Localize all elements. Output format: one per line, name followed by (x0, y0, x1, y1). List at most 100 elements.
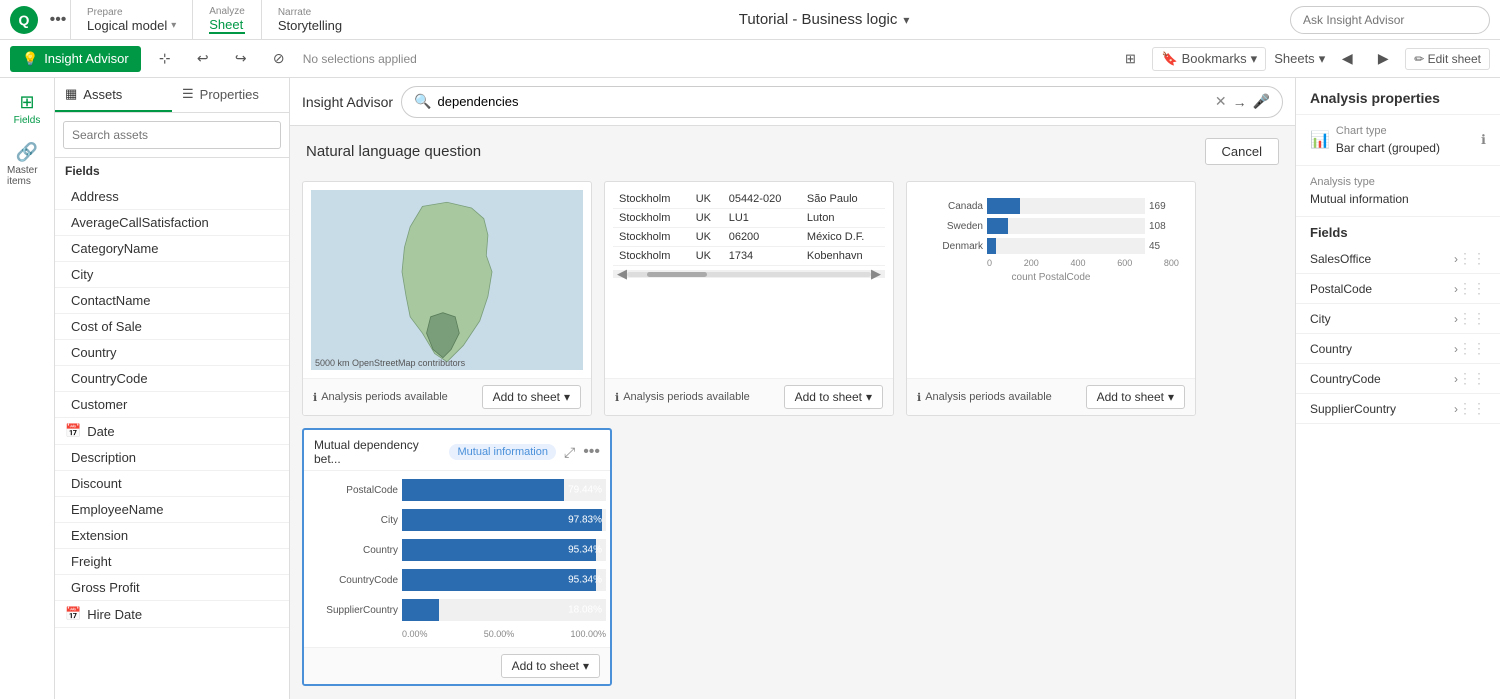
nlq-title: Natural language question (306, 143, 481, 160)
toolbar-redo-icon[interactable]: ↪ (227, 45, 255, 73)
nav-more-button[interactable]: ••• (46, 8, 70, 32)
right-field-item[interactable]: SalesOffice › ⋮⋮ (1296, 244, 1500, 274)
search-mic-icon[interactable]: 🎤 (1253, 93, 1270, 110)
field-item[interactable]: Country (55, 340, 289, 366)
mutual-bar-value: 79.44% (568, 485, 602, 496)
field-item[interactable]: CountryCode (55, 366, 289, 392)
field-item[interactable]: ContactName (55, 288, 289, 314)
toolbar-undo-icon[interactable]: ↩ (189, 45, 217, 73)
field-item[interactable]: Customer (55, 392, 289, 418)
right-field-name: SupplierCountry (1310, 402, 1454, 416)
mutual-bar-value: 95.34% (568, 545, 602, 556)
scroll-left-arrow[interactable]: ◀ (617, 266, 627, 282)
field-item[interactable]: 📅Date (55, 418, 289, 445)
table-add-to-sheet-button[interactable]: Add to sheet ▾ (784, 385, 883, 409)
mutual-bar-fill: 95.34% (402, 569, 596, 591)
right-field-item[interactable]: City › ⋮⋮ (1296, 304, 1500, 334)
cancel-button[interactable]: Cancel (1205, 138, 1279, 165)
chart-type-info-icon[interactable]: ℹ (1481, 132, 1486, 148)
field-item[interactable]: Discount (55, 471, 289, 497)
sidebar-nav-fields[interactable]: ⊞ Fields (3, 86, 51, 132)
mutual-bar-row: City 97.83% (308, 509, 606, 531)
mutual-bar-row: Country 95.34% (308, 539, 606, 561)
cell: 1734 (723, 247, 801, 266)
bar-add-to-sheet-button[interactable]: Add to sheet ▾ (1086, 385, 1185, 409)
search-clear-icon[interactable]: ✕ (1215, 93, 1227, 110)
right-field-drag-icon[interactable]: ⋮⋮ (1458, 370, 1486, 387)
scroll-thumb (647, 272, 707, 277)
nav-next-icon[interactable]: ▶ (1369, 45, 1397, 73)
field-item[interactable]: EmployeeName (55, 497, 289, 523)
app-title-dropdown[interactable]: ▾ (903, 13, 909, 27)
insight-advisor-label: Insight Advisor (44, 51, 129, 66)
mutual-expand-icon[interactable]: ⤢ (564, 444, 575, 461)
bar-fill (987, 238, 996, 254)
search-go-icon[interactable]: → (1233, 94, 1247, 110)
table-scrollbar[interactable]: ◀ ▶ (613, 270, 885, 278)
tab-properties[interactable]: ☰ Properties (172, 78, 289, 112)
toolbar-options-icon[interactable]: ⊘ (265, 45, 293, 73)
mutual-add-to-sheet-button[interactable]: Add to sheet ▾ (501, 654, 600, 678)
field-item[interactable]: Gross Profit (55, 575, 289, 601)
right-field-item[interactable]: PostalCode › ⋮⋮ (1296, 274, 1500, 304)
nav-narrate-main: Storytelling (278, 18, 342, 33)
qlik-logo: Q (10, 6, 38, 34)
mutual-bar-fill: 18.08% (402, 599, 439, 621)
scroll-right-arrow[interactable]: ▶ (871, 266, 881, 282)
right-field-item[interactable]: SupplierCountry › ⋮⋮ (1296, 394, 1500, 424)
mutual-more-icon[interactable]: ••• (583, 443, 600, 461)
field-item[interactable]: Extension (55, 523, 289, 549)
right-field-drag-icon[interactable]: ⋮⋮ (1458, 310, 1486, 327)
nav-narrate[interactable]: Narrate Storytelling (261, 0, 358, 40)
field-name: City (71, 267, 93, 282)
insight-advisor-panel-label: Insight Advisor (302, 94, 393, 110)
bar-analysis-periods: ℹ Analysis periods available (917, 391, 1052, 404)
right-panel: Analysis properties 📊 Chart type Bar cha… (1295, 78, 1500, 699)
right-field-drag-icon[interactable]: ⋮⋮ (1458, 400, 1486, 417)
field-item[interactable]: Cost of Sale (55, 314, 289, 340)
bar-chart-icon: 📊 (1310, 130, 1330, 150)
map-add-to-sheet-button[interactable]: Add to sheet ▾ (482, 385, 581, 409)
app-title: Tutorial - Business logic (739, 11, 898, 28)
field-item[interactable]: Address (55, 184, 289, 210)
right-field-item[interactable]: CountryCode › ⋮⋮ (1296, 364, 1500, 394)
nav-prepare-top: Prepare (87, 7, 176, 18)
field-item[interactable]: Freight (55, 549, 289, 575)
scroll-track[interactable] (627, 272, 871, 277)
insight-advisor-button[interactable]: 💡 Insight Advisor (10, 46, 141, 72)
field-item[interactable]: Description (55, 445, 289, 471)
table-row: StockholmUK06200México D.F. (613, 228, 885, 247)
right-field-drag-icon[interactable]: ⋮⋮ (1458, 280, 1486, 297)
sheets-button[interactable]: Sheets ▾ (1274, 51, 1325, 67)
mutual-bar-label: PostalCode (308, 485, 398, 496)
right-field-drag-icon[interactable]: ⋮⋮ (1458, 250, 1486, 267)
field-item[interactable]: AverageCallSatisfaction (55, 210, 289, 236)
sidebar-nav-master[interactable]: 🔗 Master items (3, 136, 51, 193)
nav-prev-icon[interactable]: ◀ (1333, 45, 1361, 73)
field-name: Date (87, 424, 114, 439)
bar-label: Denmark (923, 241, 983, 252)
search-assets-input[interactable] (63, 121, 281, 149)
field-name: AverageCallSatisfaction (71, 215, 209, 230)
cell: São Paulo (801, 190, 885, 209)
sidebar-nav: ⊞ Fields 🔗 Master items (0, 78, 55, 699)
edit-sheet-button[interactable]: ✏ Edit sheet (1405, 48, 1490, 70)
field-item[interactable]: 📅Hire Date (55, 601, 289, 628)
cell: Kobenhavn (801, 247, 885, 266)
field-item[interactable]: City (55, 262, 289, 288)
tab-assets[interactable]: ▦ Assets (55, 78, 172, 112)
field-name: EmployeeName (71, 502, 164, 517)
right-field-item[interactable]: Country › ⋮⋮ (1296, 334, 1500, 364)
table-row: StockholmUK1734Kobenhavn (613, 247, 885, 266)
field-item[interactable]: CategoryName (55, 236, 289, 262)
insight-search-input[interactable] (438, 94, 1209, 109)
right-field-drag-icon[interactable]: ⋮⋮ (1458, 340, 1486, 357)
nav-prepare[interactable]: Prepare Logical model ▾ (70, 0, 192, 40)
analysis-type-value: Mutual information (1310, 192, 1486, 206)
chart-type-label: Chart type (1336, 125, 1440, 137)
toolbar-select-icon[interactable]: ⊹ (151, 45, 179, 73)
nav-analyze[interactable]: Analyze Sheet (192, 0, 261, 40)
bookmarks-button[interactable]: 🔖 Bookmarks ▾ (1152, 47, 1266, 71)
grid-view-icon[interactable]: ⊞ (1116, 45, 1144, 73)
ask-advisor-input[interactable] (1290, 6, 1490, 34)
